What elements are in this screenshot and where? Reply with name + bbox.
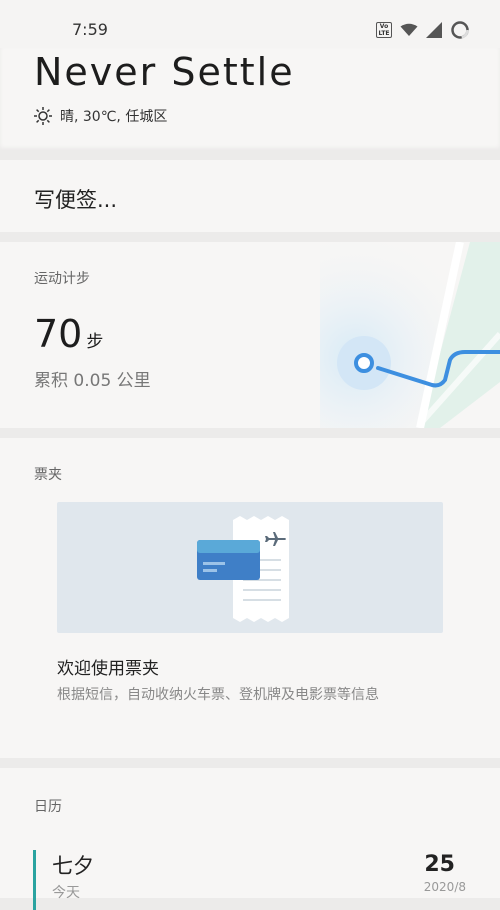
tickets-section-title: 票夹 [34,467,62,483]
steps-number: 70 [34,312,83,356]
status-icons: Vo LTE [376,20,470,40]
steps-distance: 累积 0.05 公里 [34,371,151,391]
tickets-card[interactable]: 票夹 欢迎使用票夹 根据短信，自动收纳火车票、登机牌及电影票等信息 [0,438,500,758]
volte-icon: Vo LTE [376,22,392,38]
steps-section-title: 运动计步 [34,271,90,287]
calendar-card[interactable]: 日历 七夕 今天 25 2020/8 [0,768,500,910]
status-bar: 7:59 Vo LTE [0,0,500,48]
page-title: Never Settle [34,50,295,94]
event-subtitle: 今天 [52,885,80,901]
tickets-welcome-desc: 根据短信，自动收纳火车票、登机牌及电影票等信息 [57,687,379,703]
weather-info[interactable]: 晴, 30℃, 任城区 [34,106,167,126]
sun-icon [34,107,52,125]
route-map-illustration [320,242,500,428]
steps-count: 70 步 [34,312,103,356]
calendar-event[interactable]: 七夕 今天 [33,850,94,910]
wifi-icon [400,23,418,36]
note-card[interactable]: 写便签... [0,160,500,232]
note-input[interactable]: 写便签... [34,184,117,214]
battery-icon [451,21,469,39]
tickets-welcome-title: 欢迎使用票夹 [57,659,159,679]
ticket-graphic [197,516,289,622]
event-day: 25 [424,852,455,877]
steps-unit: 步 [86,332,104,352]
event-date: 2020/8 [423,880,466,894]
ticket-illustration [57,502,443,633]
signal-icon [426,22,442,38]
header-card: Never Settle 晴, 30℃, 任城区 [0,48,500,150]
weather-text: 晴, 30℃, 任城区 [60,109,168,125]
status-time: 7:59 [72,20,108,39]
calendar-section-title: 日历 [34,799,62,815]
event-name: 七夕 [52,854,94,878]
steps-card[interactable]: 运动计步 70 步 累积 0.05 公里 [0,242,500,428]
